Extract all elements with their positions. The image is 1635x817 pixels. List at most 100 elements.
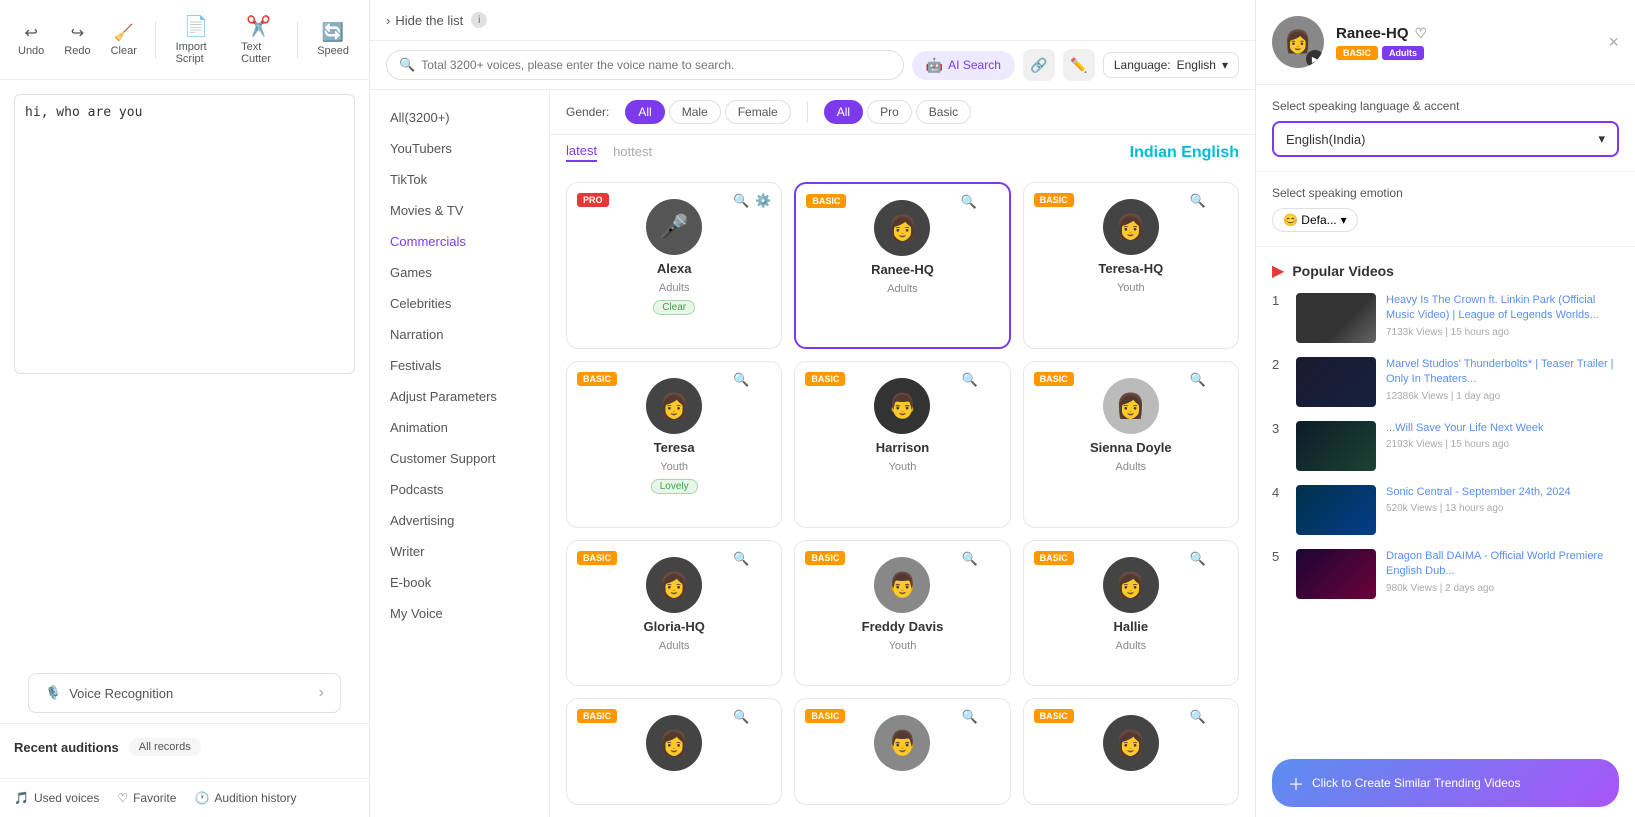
category-item-commercials[interactable]: Commercials (370, 226, 549, 257)
category-item-animation[interactable]: Animation (370, 412, 549, 443)
voice-type: Adults (659, 640, 690, 652)
create-trending-button[interactable]: ＋ Click to Create Similar Trending Video… (1272, 759, 1619, 807)
video-item-1[interactable]: 1 Heavy Is The Crown ft. Linkin Park (Of… (1272, 293, 1619, 343)
gender-all-button[interactable]: All (625, 100, 664, 124)
video-info-2: Marvel Studios' Thunderbolts* | Teaser T… (1386, 357, 1619, 402)
close-button[interactable]: × (1608, 32, 1619, 53)
voice-card-ranee-hq[interactable]: BASIC 🔍 👩 Ranee-HQ Adults (794, 182, 1010, 349)
voice-card-row4-1[interactable]: BASIC 🔍 👩 (566, 698, 782, 805)
avatar-harrison: 👨 (874, 378, 930, 434)
category-item-all[interactable]: All(3200+) (370, 102, 549, 133)
redo-icon: ↪ (71, 23, 84, 43)
voice-card-gloria-hq[interactable]: BASIC 🔍 👩 Gloria-HQ Adults (566, 540, 782, 686)
edit-icon-button[interactable]: ✏️ (1063, 49, 1095, 81)
voice-card-harrison[interactable]: BASIC 🔍 👨 Harrison Youth (794, 361, 1010, 528)
all-records-button[interactable]: All records (129, 738, 201, 756)
voice-recognition-button[interactable]: 🎙️ Voice Recognition › (28, 673, 341, 713)
voice-card-freddy-davis[interactable]: BASIC 🔍 👨 Freddy Davis Youth (794, 540, 1010, 686)
gender-female-button[interactable]: Female (725, 100, 791, 124)
category-item-games[interactable]: Games (370, 257, 549, 288)
text-cutter-button[interactable]: ✂️ Text Cutter (233, 10, 284, 69)
used-voices-nav[interactable]: 🎵 Used voices (14, 791, 99, 805)
speed-button[interactable]: 🔄 Speed (309, 18, 357, 61)
category-item-my-voice[interactable]: My Voice (370, 598, 549, 629)
voice-card-sienna-doyle[interactable]: BASIC 🔍 👩 Sienna Doyle Adults (1023, 361, 1239, 528)
category-item-advertising[interactable]: Advertising (370, 505, 549, 536)
video-title-4: Sonic Central - September 24th, 2024 (1386, 485, 1619, 500)
video-number: 1 (1272, 293, 1286, 308)
video-item-2[interactable]: 2 Marvel Studios' Thunderbolts* | Teaser… (1272, 357, 1619, 407)
ai-search-button[interactable]: 🤖 AI Search (912, 51, 1015, 80)
voice-card-row4-2[interactable]: BASIC 🔍 👨 (794, 698, 1010, 805)
card-search-icon[interactable]: 🔍 (961, 709, 977, 725)
category-item-podcasts[interactable]: Podcasts (370, 474, 549, 505)
left-panel: ↩ Undo ↪ Redo 🧹 Clear 📄 Import Script ✂️… (0, 0, 370, 817)
voice-type: Adults (1116, 461, 1147, 473)
voice-name: Harrison (876, 440, 929, 455)
tab-hottest[interactable]: hottest (613, 144, 652, 161)
voice-card-row4-3[interactable]: BASIC 🔍 👩 (1023, 698, 1239, 805)
category-item-festivals[interactable]: Festivals (370, 350, 549, 381)
language-dropdown[interactable]: English(India) ▾ (1272, 121, 1619, 157)
category-item-youtubers[interactable]: YouTubers (370, 133, 549, 164)
card-search-icon[interactable]: 🔍 (1190, 709, 1206, 725)
voice-card-teresa[interactable]: BASIC 🔍 👩 Teresa Youth Lovely (566, 361, 782, 528)
category-item-narration[interactable]: Narration (370, 319, 549, 350)
voice-card-alexa[interactable]: PRO 🔍 ⚙️ 🎤 Alexa Adults Clear (566, 182, 782, 349)
script-textarea[interactable]: hi, who are you (14, 94, 355, 374)
card-settings-icon[interactable]: ⚙️ (755, 193, 771, 209)
quality-basic-button[interactable]: Basic (916, 100, 971, 124)
voices-section: Gender: All Male Female All Pro Basic la… (550, 90, 1255, 817)
category-item-customer-support[interactable]: Customer Support (370, 443, 549, 474)
card-search-icon[interactable]: 🔍 (733, 372, 749, 388)
badge-basic: BASIC (805, 551, 845, 565)
gender-male-button[interactable]: Male (669, 100, 721, 124)
chevron-right-icon: › (386, 13, 390, 28)
card-search-icon[interactable]: 🔍 (961, 372, 977, 388)
quality-pro-button[interactable]: Pro (867, 100, 912, 124)
undo-button[interactable]: ↩ Undo (12, 19, 50, 61)
tab-latest[interactable]: latest (566, 143, 597, 162)
link-icon-button[interactable]: 🔗 (1023, 49, 1055, 81)
emotion-tag[interactable]: 😊 Defa... ▾ (1272, 208, 1358, 232)
clear-button[interactable]: 🧹 Clear (105, 19, 143, 61)
text-area-wrapper: hi, who are you (0, 80, 369, 673)
card-search-icon[interactable]: 🔍 (1190, 551, 1206, 567)
voice-type: Adults (1116, 640, 1147, 652)
video-thumbnail-4 (1296, 485, 1376, 535)
voice-card-hallie[interactable]: BASIC 🔍 👩 Hallie Adults (1023, 540, 1239, 686)
category-item-tiktok[interactable]: TikTok (370, 164, 549, 195)
arrow-right-button[interactable]: › (319, 684, 324, 702)
favorite-heart-icon[interactable]: ♡ (1415, 25, 1428, 42)
category-item-writer[interactable]: Writer (370, 536, 549, 567)
card-search-icon[interactable]: 🔍 (733, 193, 749, 209)
card-search-icon[interactable]: 🔍 (960, 194, 976, 210)
video-item-5[interactable]: 5 Dragon Ball DAIMA - Official World Pre… (1272, 549, 1619, 599)
quality-all-button[interactable]: All (824, 100, 863, 124)
voice-name: Teresa (654, 440, 695, 455)
card-search-icon[interactable]: 🔍 (1190, 372, 1206, 388)
category-item-celebrities[interactable]: Celebrities (370, 288, 549, 319)
language-selector[interactable]: Language: English ▾ (1103, 52, 1239, 78)
video-item-4[interactable]: 4 Sonic Central - September 24th, 2024 5… (1272, 485, 1619, 535)
favorite-nav[interactable]: ♡ Favorite (117, 791, 176, 805)
redo-button[interactable]: ↪ Redo (58, 19, 96, 61)
card-search-icon[interactable]: 🔍 (961, 551, 977, 567)
category-item-movies-tv[interactable]: Movies & TV (370, 195, 549, 226)
video-info-4: Sonic Central - September 24th, 2024 520… (1386, 485, 1619, 514)
card-search-icon[interactable]: 🔍 (733, 551, 749, 567)
video-meta-2: 12386k Views | 1 day ago (1386, 391, 1619, 402)
search-input[interactable] (421, 58, 891, 72)
hide-list-button[interactable]: › Hide the list (386, 13, 463, 28)
info-icon[interactable]: i (471, 12, 487, 28)
badge-basic: BASIC (1034, 709, 1074, 723)
category-item-adjust-params[interactable]: Adjust Parameters (370, 381, 549, 412)
audition-history-nav[interactable]: 🕐 Audition history (194, 791, 296, 805)
import-script-button[interactable]: 📄 Import Script (168, 10, 226, 69)
video-item-3[interactable]: 3 ...Will Save Your Life Next Week 2193k… (1272, 421, 1619, 471)
voice-card-teresa-hq[interactable]: BASIC 🔍 👩 Teresa-HQ Youth (1023, 182, 1239, 349)
voice-type: Youth (889, 461, 917, 473)
category-item-e-book[interactable]: E-book (370, 567, 549, 598)
card-search-icon[interactable]: 🔍 (1190, 193, 1206, 209)
card-search-icon[interactable]: 🔍 (733, 709, 749, 725)
